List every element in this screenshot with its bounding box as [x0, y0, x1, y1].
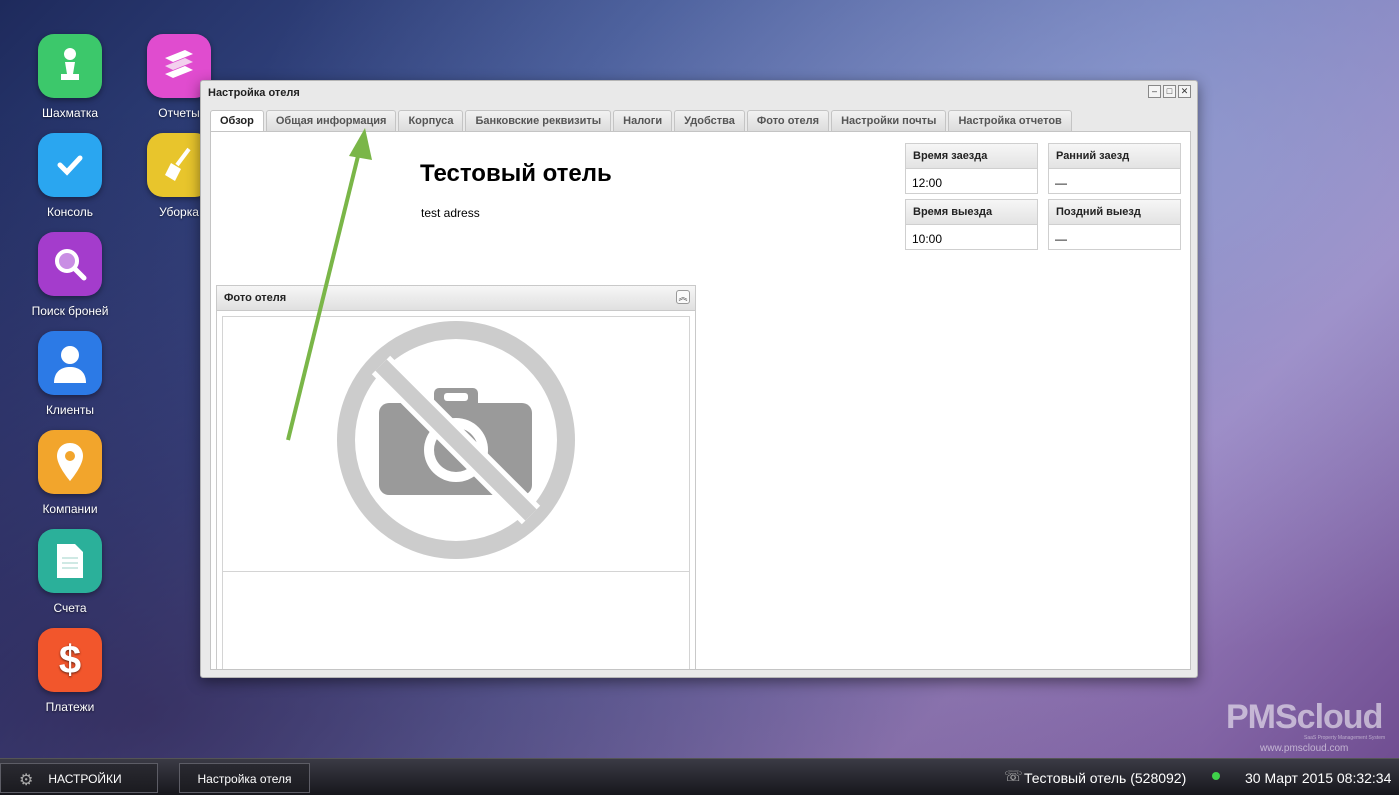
gear-icon: ⚙	[19, 772, 34, 789]
online-status-dot	[1212, 772, 1220, 780]
settings-button[interactable]: ⚙ НАСТРОЙКИ	[0, 763, 158, 793]
brand-tagline: SaaS Property Management System	[1304, 735, 1386, 741]
brand-url: www.pmscloud.com	[1260, 743, 1349, 754]
settings-label: НАСТРОЙКИ	[48, 772, 122, 786]
arrow-head	[349, 128, 372, 160]
phone-icon: ☏	[1004, 768, 1023, 785]
hotel-status[interactable]: Тестовый отель (528092)	[1024, 770, 1186, 786]
pmscloud-logo: PMScloud SaaS Property Management System…	[1226, 698, 1396, 758]
arrow-shaft	[286, 151, 361, 441]
annotation-arrow	[286, 128, 372, 441]
taskbar: ⚙ НАСТРОЙКИ Настройка отеля ☏ Тестовый о…	[0, 758, 1399, 795]
brand-logo-text: PMScloud	[1226, 698, 1383, 736]
clock: 30 Март 2015 08:32:34	[1245, 770, 1392, 786]
taskbar-window-button[interactable]: Настройка отеля	[179, 763, 310, 793]
